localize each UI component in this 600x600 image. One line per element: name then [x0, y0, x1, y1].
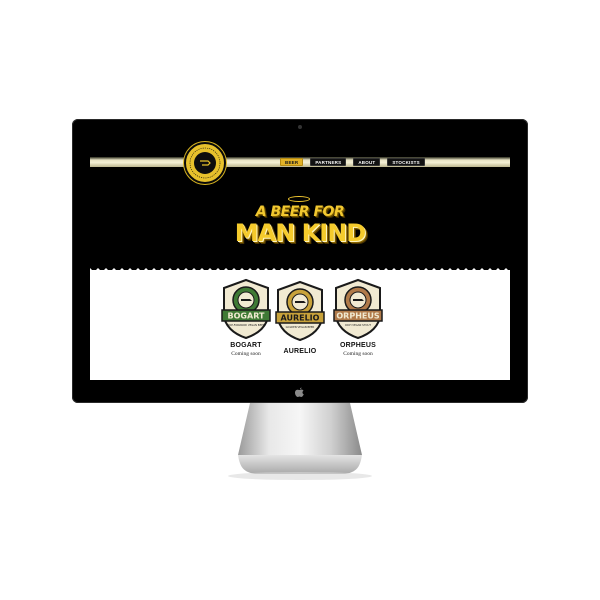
hero-title-line2: MAN KIND [234, 219, 366, 247]
product-status-bogart: Coming soon [231, 351, 261, 357]
product-status-orpheus: Coming soon [343, 351, 373, 357]
nav-about[interactable]: ABOUT [353, 158, 381, 166]
brand-ring-icon [189, 147, 221, 179]
product-name-orpheus: ORPHEUS [339, 342, 377, 349]
aurelio-badge-icon: AURELIO GOLDEN VEGAN BEER [275, 280, 325, 342]
product-name-aurelio: AURELIO [283, 348, 317, 355]
product-card-orpheus[interactable]: ORPHEUS RICH VEGAN STOUT ORPHEUS Coming … [332, 278, 384, 357]
orpheus-badge-label: ORPHEUS [336, 312, 379, 321]
halo-icon [288, 196, 310, 202]
camera-dot [298, 125, 302, 129]
hero-section: BEER PARTNERS ABOUT STOCKISTS A BEER FOR… [90, 140, 510, 268]
bogart-badge-subtitle: HOP-FORWARD VEGAN BEER [227, 323, 265, 327]
orpheus-badge-subtitle: RICH VEGAN STOUT [345, 323, 371, 327]
apple-logo-icon [295, 387, 304, 397]
nav-stockists[interactable]: STOCKISTS [387, 158, 425, 166]
product-name-bogart: BOGART [230, 342, 262, 349]
nav-partners[interactable]: PARTNERS [310, 158, 347, 166]
nav-beer[interactable]: BEER [280, 158, 304, 166]
product-card-bogart[interactable]: BOGART HOP-FORWARD VEGAN BEER BOGART Com… [220, 278, 272, 357]
aurelio-badge-subtitle: GOLDEN VEGAN BEER [286, 325, 315, 329]
bogart-badge-icon: BOGART HOP-FORWARD VEGAN BEER [221, 278, 271, 340]
hero-title-line1: A BEER FOR [255, 204, 345, 220]
main-nav: BEER PARTNERS ABOUT STOCKISTS [280, 158, 425, 166]
products-section: BOGART HOP-FORWARD VEGAN BEER BOGART Com… [90, 270, 510, 380]
orpheus-badge-icon: ORPHEUS RICH VEGAN STOUT [333, 278, 383, 340]
aurelio-badge-label: AURELIO [281, 314, 320, 323]
website-screen: BEER PARTNERS ABOUT STOCKISTS A BEER FOR… [90, 140, 510, 380]
bogart-badge-label: BOGART [228, 312, 265, 321]
brand-logo-icon[interactable] [184, 142, 226, 184]
product-card-aurelio[interactable]: AURELIO GOLDEN VEGAN BEER AURELIO [274, 280, 326, 355]
